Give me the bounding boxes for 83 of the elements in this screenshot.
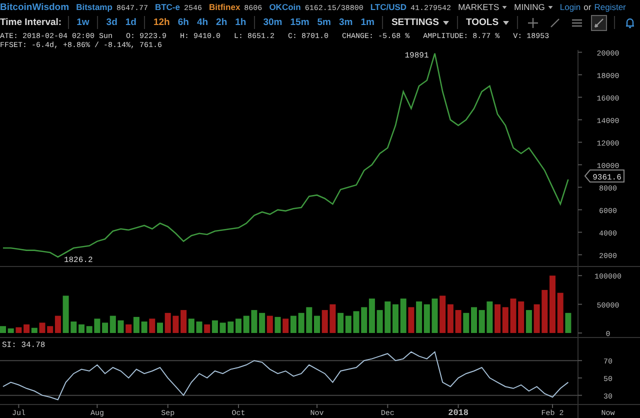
interval-button[interactable]: 15m [290, 17, 310, 28]
volume-bar [330, 304, 336, 333]
interval-button[interactable]: 3m [339, 17, 353, 28]
volume-bar [565, 312, 572, 333]
volume-bar [164, 312, 171, 333]
price-label: 1826.2 [64, 256, 93, 265]
ticker-name[interactable]: Bitstamp [76, 2, 112, 12]
interval-button[interactable]: 6h [178, 17, 189, 28]
volume-bar [478, 310, 485, 333]
volume-bar [306, 307, 312, 333]
interval-button[interactable]: 3d [106, 17, 118, 28]
volume-bar [322, 310, 328, 333]
interval-button[interactable]: 30m [263, 17, 282, 28]
interval-button[interactable]: 2h [216, 17, 228, 28]
caret-icon [502, 6, 508, 8]
volume-bar [251, 310, 258, 333]
volume-bar [534, 304, 540, 333]
volume-bar [550, 276, 556, 333]
caret-icon [442, 20, 449, 24]
volume-bar [432, 298, 438, 333]
ticker-name[interactable]: LTC/USD [370, 2, 407, 12]
plus-icon[interactable] [526, 16, 540, 30]
volume-bar [228, 322, 234, 333]
login-link[interactable]: Login [560, 2, 581, 12]
volume-bar [16, 327, 22, 333]
ticker-name[interactable]: BTC-e [154, 2, 180, 12]
volume-bar [463, 312, 470, 333]
volume-bar [39, 322, 46, 333]
volume-bar [8, 328, 14, 333]
volume-bar [196, 322, 202, 333]
caret-icon [548, 6, 553, 8]
volume-bar [486, 301, 493, 333]
interval-button[interactable]: 1w [76, 17, 90, 28]
volume-bar [236, 318, 242, 333]
menu-button[interactable]: TOOLS [466, 17, 509, 28]
volume-bar [243, 316, 250, 333]
interval-button[interactable]: 1h [235, 17, 246, 28]
register-link[interactable]: Register [594, 2, 626, 12]
volume-bar [400, 298, 406, 333]
rsi-label: SI: 34.78 [2, 341, 46, 350]
volume-bar [557, 292, 564, 333]
caret-icon [502, 20, 509, 24]
volume-bar [141, 322, 148, 333]
site-logo[interactable]: BitcoinWisdom [0, 2, 70, 12]
interval-button[interactable]: 5m [317, 17, 331, 28]
axis-label: 2018 [448, 408, 468, 418]
volume-bar [455, 310, 462, 333]
price-tag: 9361.6 [584, 170, 624, 182]
volume-bar [70, 322, 77, 333]
menu-button[interactable]: MARKETS [458, 2, 508, 12]
volume-bar [314, 316, 320, 333]
volume-bar [78, 324, 84, 333]
ticker-name[interactable]: OKCoin [269, 2, 301, 12]
volume-bar [298, 312, 304, 333]
volume-bar [471, 307, 477, 333]
volume-bar [157, 322, 163, 333]
volume-bar [376, 310, 383, 333]
volume-bar [172, 316, 179, 333]
interval-button[interactable]: 12h [153, 17, 170, 28]
pen-icon[interactable] [592, 16, 606, 30]
volume-bar [353, 311, 360, 333]
volume-bar [542, 290, 548, 333]
menu-button[interactable]: SETTINGS [391, 17, 449, 28]
volume-bar [86, 326, 92, 333]
interval-button[interactable]: 4h [196, 17, 208, 28]
volume-bar [62, 296, 69, 333]
volume-bar [94, 318, 100, 333]
interval-button[interactable]: 1m [360, 17, 374, 28]
interval-button[interactable]: 1d [125, 17, 136, 28]
volume-bar [274, 316, 281, 333]
volume-bar [0, 326, 6, 333]
interval-label: Time Interval: [0, 17, 62, 28]
menu-button[interactable]: MINING [514, 2, 553, 12]
or-text: or [584, 2, 592, 12]
volume-bar [408, 307, 414, 333]
volume-bar [510, 298, 516, 333]
volume-bar [149, 318, 156, 333]
volume-bar [384, 301, 391, 333]
volume-bar [392, 304, 398, 333]
price-label: 19891 [404, 51, 429, 60]
volume-bar [118, 320, 124, 333]
ticker-name[interactable]: Bitfinex [209, 2, 240, 12]
volume-bar [220, 322, 226, 333]
